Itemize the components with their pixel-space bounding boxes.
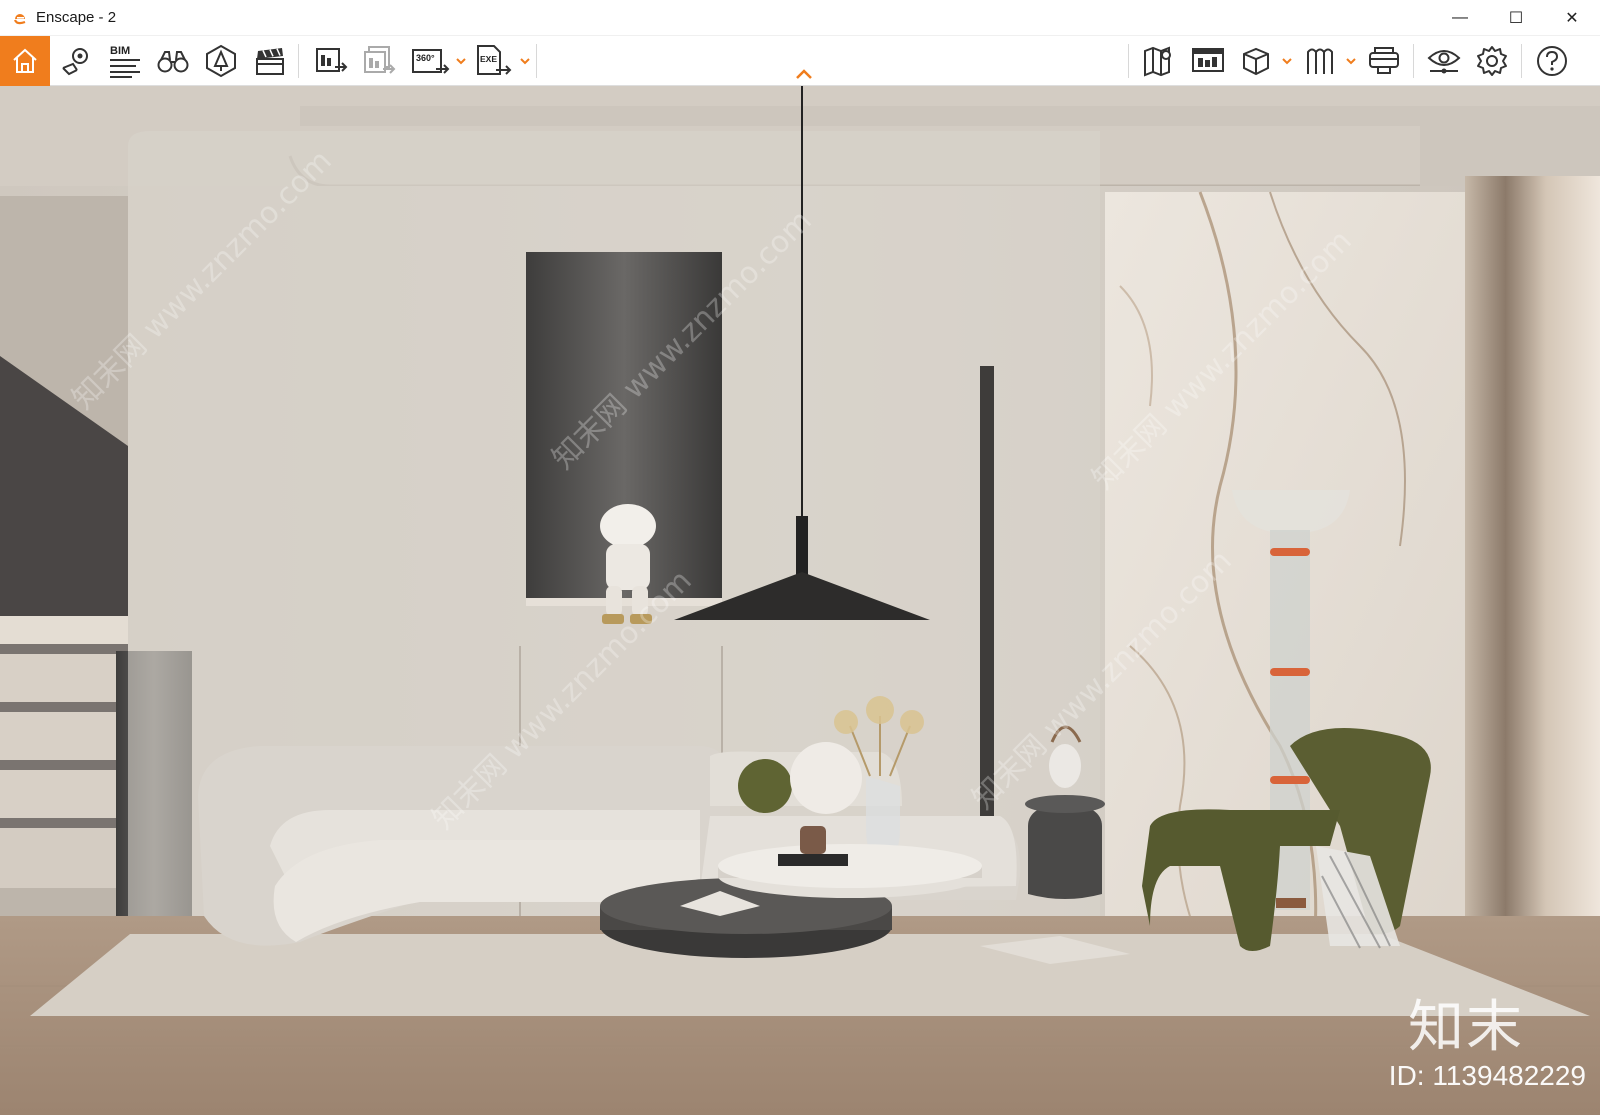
help-button[interactable] xyxy=(1528,36,1576,86)
vr-headset-button[interactable] xyxy=(1360,36,1408,86)
window-controls: — ☐ ✕ xyxy=(1432,0,1600,36)
asset-library-button[interactable] xyxy=(197,36,245,86)
export-exe-button[interactable]: EXE xyxy=(470,36,518,86)
vr-headset-icon xyxy=(1369,47,1399,74)
close-button[interactable]: ✕ xyxy=(1544,0,1600,36)
maximize-button[interactable]: ☐ xyxy=(1488,0,1544,36)
export-panorama-button[interactable]: 360° xyxy=(406,36,454,86)
asset-library-icon xyxy=(206,44,236,78)
bookmarks-dropdown-caret-icon[interactable] xyxy=(1345,56,1357,66)
bookmarks-icon xyxy=(1307,48,1333,74)
visual-settings-button[interactable] xyxy=(1420,36,1468,86)
panorama-label: 360° xyxy=(416,53,435,63)
image-id-label: ID: 1139482229 xyxy=(1388,1060,1586,1091)
bim-button[interactable]: BIM xyxy=(101,36,149,86)
cube-dropdown-caret-icon[interactable] xyxy=(1281,56,1293,66)
toolbar-separator xyxy=(536,44,537,78)
batch-render-button[interactable] xyxy=(355,36,403,86)
brand-watermark: 知末 xyxy=(1408,995,1524,1060)
export-panorama-icon: 360° xyxy=(412,49,450,74)
help-icon xyxy=(1537,46,1567,76)
upload-icon xyxy=(1192,48,1224,72)
bim-label: BIM xyxy=(110,45,130,57)
batch-render-icon xyxy=(364,46,396,74)
visual-settings-icon xyxy=(1427,50,1461,74)
toolbar-separator xyxy=(1521,44,1522,78)
binoculars-button[interactable] xyxy=(149,36,197,86)
settings-button[interactable] xyxy=(1468,36,1516,86)
video-editor-button[interactable] xyxy=(246,36,294,86)
home-button[interactable] xyxy=(0,36,50,86)
export-exe-icon: EXE xyxy=(477,45,512,75)
cube-view-button[interactable] xyxy=(1232,36,1280,86)
map-icon xyxy=(1144,46,1171,77)
video-editor-icon xyxy=(256,48,284,75)
panorama-dropdown-caret-icon[interactable] xyxy=(455,56,467,66)
minimize-button[interactable]: — xyxy=(1432,0,1488,36)
olive-cushion xyxy=(738,759,792,813)
map-button[interactable] xyxy=(1135,36,1183,86)
exe-label: EXE xyxy=(480,54,497,64)
bim-icon: BIM xyxy=(110,45,140,78)
collapse-toolbar-chevron-icon[interactable] xyxy=(794,67,814,81)
enscape-logo-icon xyxy=(13,13,26,24)
toolbar-separator xyxy=(1413,44,1414,78)
white-cushion xyxy=(790,742,862,814)
bookmarks-button[interactable] xyxy=(1296,36,1344,86)
binoculars-icon xyxy=(157,51,189,73)
window-title: Enscape - 2 xyxy=(36,9,117,26)
home-icon xyxy=(13,48,37,73)
curtain xyxy=(1465,176,1600,996)
settings-gear-icon xyxy=(1477,46,1507,76)
exe-dropdown-caret-icon[interactable] xyxy=(519,56,531,66)
book-stack xyxy=(778,854,848,866)
export-image-button[interactable] xyxy=(307,36,355,86)
bookmark-pin-icon xyxy=(62,48,88,76)
export-image-icon xyxy=(316,48,348,72)
toolbar-separator xyxy=(298,44,299,78)
cube-view-icon xyxy=(1243,47,1269,76)
upload-button[interactable] xyxy=(1184,36,1232,86)
toolbar-separator xyxy=(1128,44,1129,78)
bookmark-pin-button[interactable] xyxy=(52,36,100,86)
ceramic-cup xyxy=(800,826,826,854)
render-viewport[interactable]: 知末网 www.znzmo.com 知末网 www.znzmo.com 知末网 … xyxy=(0,86,1600,1115)
title-bar: Enscape - 2 — ☐ ✕ xyxy=(0,0,1600,36)
